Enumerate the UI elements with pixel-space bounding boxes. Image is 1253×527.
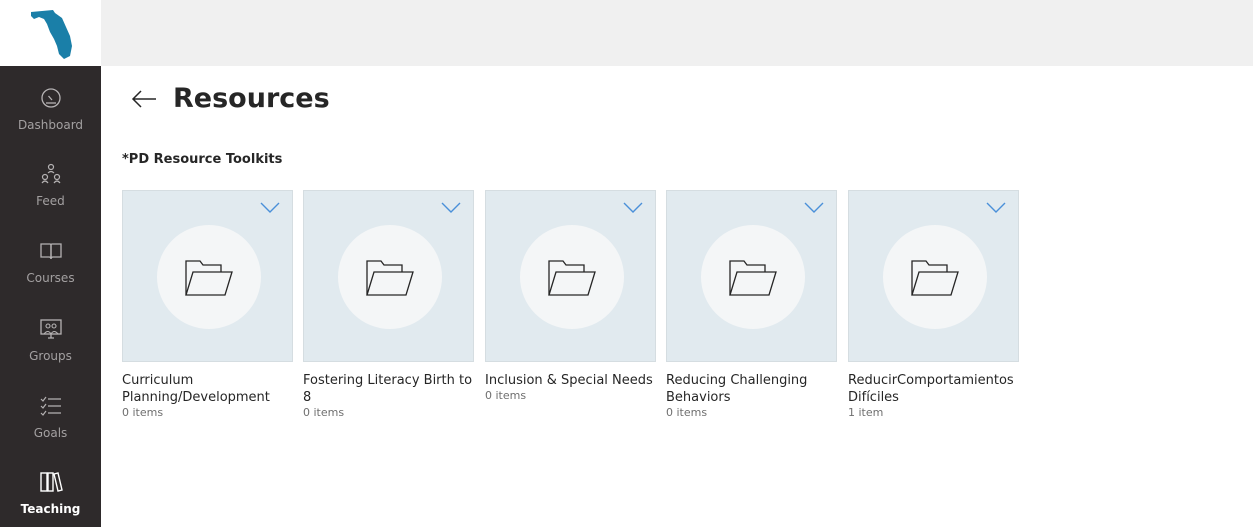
nav-goals-label: Goals <box>33 426 68 440</box>
folder-name[interactable]: ReducirComportamientos Difíciles <box>848 372 1019 406</box>
folder-tile[interactable]: Inclusion & Special Needs 0 items <box>485 190 656 403</box>
folder-icon <box>548 260 596 296</box>
chevron-down-icon[interactable] <box>986 201 1006 215</box>
courses-icon <box>39 243 62 260</box>
folder-circle <box>157 225 261 329</box>
nav-courses-label: Courses <box>26 271 75 285</box>
folder-item-count: 0 items <box>303 406 345 419</box>
folder-card[interactable] <box>666 190 837 362</box>
folder-item-count: 0 items <box>485 389 527 402</box>
nav-feed[interactable]: Feed <box>0 148 101 214</box>
dashboard-icon <box>40 88 61 108</box>
folder-icon <box>185 260 233 296</box>
chevron-down-icon[interactable] <box>260 201 280 215</box>
folder-tile[interactable]: ReducirComportamientos Difíciles 1 item <box>848 190 1019 420</box>
feed-icon <box>41 163 60 184</box>
folder-icon <box>729 260 777 296</box>
nav-dashboard-label: Dashboard <box>17 118 84 132</box>
page-title: Resources <box>173 83 330 114</box>
folder-card[interactable] <box>485 190 656 362</box>
folder-circle <box>701 225 805 329</box>
nav-groups[interactable]: Groups <box>0 303 101 369</box>
groups-icon <box>39 319 62 339</box>
chevron-down-icon[interactable] <box>441 201 461 215</box>
nav-feed-label: Feed <box>36 194 65 208</box>
florida-logo-icon <box>30 10 72 59</box>
main-content: Resources *PD Resource Toolkits Curricul… <box>101 66 1253 527</box>
nav-goals[interactable]: Goals <box>0 380 101 446</box>
nav-groups-label: Groups <box>29 349 72 363</box>
folder-tile[interactable]: Reducing Challenging Behaviors 0 items <box>666 190 837 420</box>
section-title: *PD Resource Toolkits <box>122 152 283 167</box>
folder-card[interactable] <box>122 190 293 362</box>
folder-icon <box>911 260 959 296</box>
teaching-icon <box>39 472 63 492</box>
folder-item-count: 0 items <box>122 406 164 419</box>
back-arrow-icon[interactable] <box>131 88 157 110</box>
folder-card[interactable] <box>848 190 1019 362</box>
folder-item-count: 0 items <box>666 406 708 419</box>
folder-icon <box>366 260 414 296</box>
sidebar: Dashboard Feed Courses Groups Goals Teac… <box>0 66 101 527</box>
folder-tile[interactable]: Curriculum Planning/Development 0 items <box>122 190 293 420</box>
florida-logo[interactable] <box>0 0 101 66</box>
folder-circle <box>520 225 624 329</box>
folder-circle <box>338 225 442 329</box>
nav-dashboard[interactable]: Dashboard <box>0 72 101 138</box>
folder-name[interactable]: Inclusion & Special Needs <box>485 372 656 389</box>
folder-item-count: 1 item <box>848 406 884 419</box>
folder-name[interactable]: Reducing Challenging Behaviors <box>666 372 837 406</box>
top-bar <box>101 0 1253 66</box>
nav-courses[interactable]: Courses <box>0 225 101 291</box>
folder-name[interactable]: Fostering Literacy Birth to 8 <box>303 372 474 406</box>
folder-card[interactable] <box>303 190 474 362</box>
nav-teaching[interactable]: Teaching <box>0 456 101 522</box>
chevron-down-icon[interactable] <box>623 201 643 215</box>
goals-icon <box>40 396 61 416</box>
folder-circle <box>883 225 987 329</box>
page-header: Resources <box>131 83 330 114</box>
folder-tile[interactable]: Fostering Literacy Birth to 8 0 items <box>303 190 474 420</box>
nav-teaching-label: Teaching <box>20 502 81 516</box>
chevron-down-icon[interactable] <box>804 201 824 215</box>
folder-name[interactable]: Curriculum Planning/Development <box>122 372 293 406</box>
